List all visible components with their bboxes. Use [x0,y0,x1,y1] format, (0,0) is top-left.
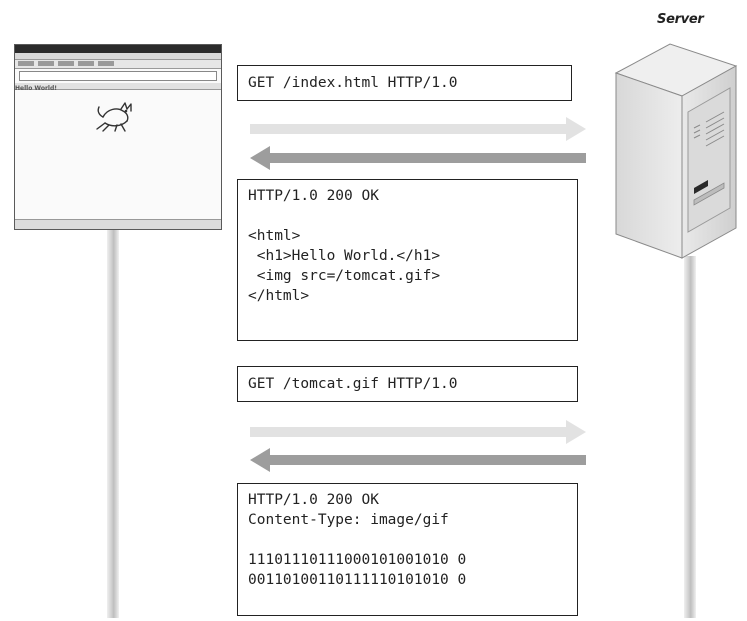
binary-line: 11101110111000101001010 0 [248,552,467,568]
server-label: Server [657,12,704,27]
http-response-html: HTTP/1.0 200 OK <html> <h1>Hello World.</… [237,179,578,341]
html-line: <h1>Hello World.</h1> [248,248,441,264]
http-response-gif: HTTP/1.0 200 OK Content-Type: image/gif 11… [237,483,578,616]
response-arrow-left [250,146,586,170]
request-arrow-right [250,117,586,141]
http-request-image: GET /tomcat.gif HTTP/1.0 [237,366,578,402]
refresh-button-icon [78,61,94,66]
browser-toolbar [15,60,221,69]
client-lifeline [107,226,119,618]
request-line: GET /index.html HTTP/1.0 [248,75,458,91]
http-request-index: GET /index.html HTTP/1.0 [237,65,572,101]
page-heading: Hello World! [15,85,57,92]
server-lifeline [684,256,696,618]
binary-line: 00110100110111110101010 0 [248,572,467,588]
html-line: <html> [248,228,301,244]
home-button-icon [98,61,114,66]
html-line: </html> [248,288,310,304]
browser-statusbar [15,219,221,229]
status-line: HTTP/1.0 200 OK [248,492,379,508]
status-line: HTTP/1.0 200 OK [248,188,379,204]
tomcat-logo-image [96,102,132,132]
back-button-icon [18,61,34,66]
request-arrow-right [250,420,586,444]
header-line: Content-Type: image/gif [248,512,449,528]
stop-button-icon [58,61,74,66]
browser-titlebar [15,45,221,53]
request-line: GET /tomcat.gif HTTP/1.0 [248,376,458,392]
html-line: <img src=/tomcat.gif> [248,268,441,284]
forward-button-icon [38,61,54,66]
server-tower-icon [614,43,738,259]
response-arrow-left [250,448,586,472]
browser-address-bar [19,71,217,81]
browser-menubar [15,53,221,60]
browser-window: Hello World! [14,44,222,230]
